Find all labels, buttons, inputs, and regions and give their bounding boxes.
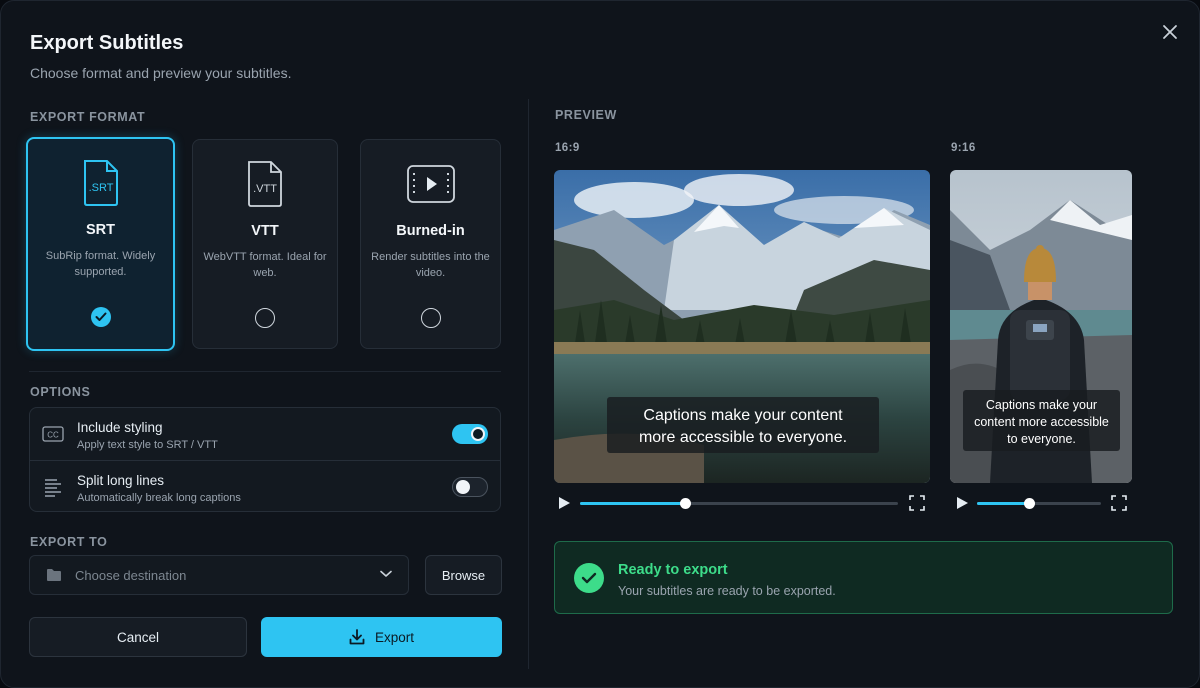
format-radio-srt[interactable] — [90, 307, 111, 327]
dialog-subtitle: Choose format and preview your subtitles… — [30, 65, 292, 81]
status-message: Your subtitles are ready to be exported. — [618, 584, 836, 598]
srt-icon-text: .SRT — [88, 182, 113, 194]
folder-icon — [47, 569, 61, 581]
option-include-styling: CC Include styling Apply text style to S… — [30, 408, 500, 460]
landscape-video-preview: Captions make your content more accessib… — [554, 170, 930, 483]
option-split-long-lines: Split long lines Automatically break lon… — [30, 460, 500, 511]
caption-line: to everyone. — [1007, 432, 1076, 446]
download-icon — [349, 629, 365, 645]
portrait-seek-thumb[interactable] — [1024, 498, 1036, 509]
format-desc-burned-in: Render subtitles into the video. — [371, 251, 490, 279]
export-subtitles-dialog: Export Subtitles Choose format and previ… — [0, 0, 1200, 688]
landscape-caption: Captions make your content more accessib… — [607, 397, 879, 453]
caption-line: Captions make your — [985, 398, 1098, 412]
include-styling-toggle[interactable] — [452, 424, 488, 444]
text-lines-icon — [45, 479, 61, 497]
fullscreen-icon[interactable] — [1111, 495, 1127, 511]
close-button[interactable] — [1157, 19, 1183, 45]
portrait-seek-bar[interactable] — [977, 498, 1101, 509]
portrait-ratio-label: 9:16 — [951, 142, 976, 154]
option-subtitle: Automatically break long captions — [77, 492, 241, 504]
format-desc-srt: SubRip format. Widely supported. — [45, 250, 156, 278]
option-title: Include styling — [77, 420, 163, 435]
option-subtitle: Apply text style to SRT / VTT — [77, 439, 218, 451]
export-to-label: EXPORT TO — [30, 535, 108, 549]
close-icon — [1163, 25, 1177, 39]
srt-file-icon: .SRT — [83, 160, 118, 206]
preview-label: PREVIEW — [555, 108, 617, 122]
destination-select[interactable]: Choose destination — [29, 555, 409, 595]
landscape-ratio-label: 16:9 — [555, 142, 580, 154]
video-play-icon — [406, 165, 455, 203]
ready-status-banner: Ready to export Your subtitles are ready… — [554, 541, 1173, 614]
portrait-progress-fill — [977, 502, 1030, 505]
export-button-label: Export — [374, 629, 415, 645]
format-card-srt[interactable]: .SRT SRT SubRip format. Widely supported… — [26, 137, 175, 351]
panel-divider — [528, 99, 529, 669]
export-button[interactable]: Export — [261, 617, 502, 657]
check-circle-icon — [581, 572, 597, 584]
export-format-label: EXPORT FORMAT — [30, 110, 146, 124]
cc-icon: CC — [42, 426, 64, 442]
options-label: OPTIONS — [30, 385, 91, 399]
caption-line: content more accessible — [974, 415, 1109, 429]
landscape-progress-fill — [580, 502, 685, 505]
vtt-icon-text: .VTT — [253, 183, 277, 195]
options-list: CC Include styling Apply text style to S… — [29, 407, 501, 512]
format-radio-burned-in[interactable] — [420, 308, 441, 328]
landscape-seek-bar[interactable] — [580, 498, 898, 509]
portrait-video-preview: Captions make your content more accessib… — [950, 170, 1132, 483]
play-icon[interactable] — [955, 496, 969, 510]
format-name-vtt: VTT — [251, 223, 279, 239]
landscape-player-controls — [557, 493, 927, 513]
landscape-seek-thumb[interactable] — [679, 498, 691, 509]
caption-line: Captions make your content — [643, 407, 843, 424]
dialog-title: Export Subtitles — [30, 32, 184, 54]
option-title: Split long lines — [77, 473, 165, 488]
chevron-down-icon — [380, 570, 392, 577]
caption-line: more accessible to everyone. — [638, 429, 848, 446]
vtt-file-icon: .VTT — [248, 161, 282, 207]
format-desc-vtt: WebVTT format. Ideal for web. — [203, 251, 327, 279]
format-card-vtt[interactable]: .VTT VTT WebVTT format. Ideal for web. — [192, 139, 338, 349]
check-icon — [95, 312, 106, 321]
portrait-player-controls — [955, 493, 1129, 513]
format-name-burned-in: Burned-in — [396, 223, 465, 239]
cancel-button[interactable]: Cancel — [29, 617, 247, 657]
status-title: Ready to export — [618, 562, 728, 578]
section-divider — [29, 371, 501, 372]
format-radio-vtt[interactable] — [255, 308, 275, 328]
format-name-srt: SRT — [86, 222, 115, 238]
format-card-burned-in[interactable]: Burned-in Render subtitles into the vide… — [360, 139, 501, 349]
cc-icon-text: CC — [47, 431, 59, 440]
split-long-lines-toggle[interactable] — [452, 477, 488, 497]
fullscreen-icon[interactable] — [909, 495, 925, 511]
play-icon[interactable] — [557, 496, 571, 510]
browse-button[interactable]: Browse — [425, 555, 502, 595]
portrait-caption: Captions make your content more accessib… — [963, 390, 1120, 451]
destination-placeholder: Choose destination — [75, 568, 187, 583]
